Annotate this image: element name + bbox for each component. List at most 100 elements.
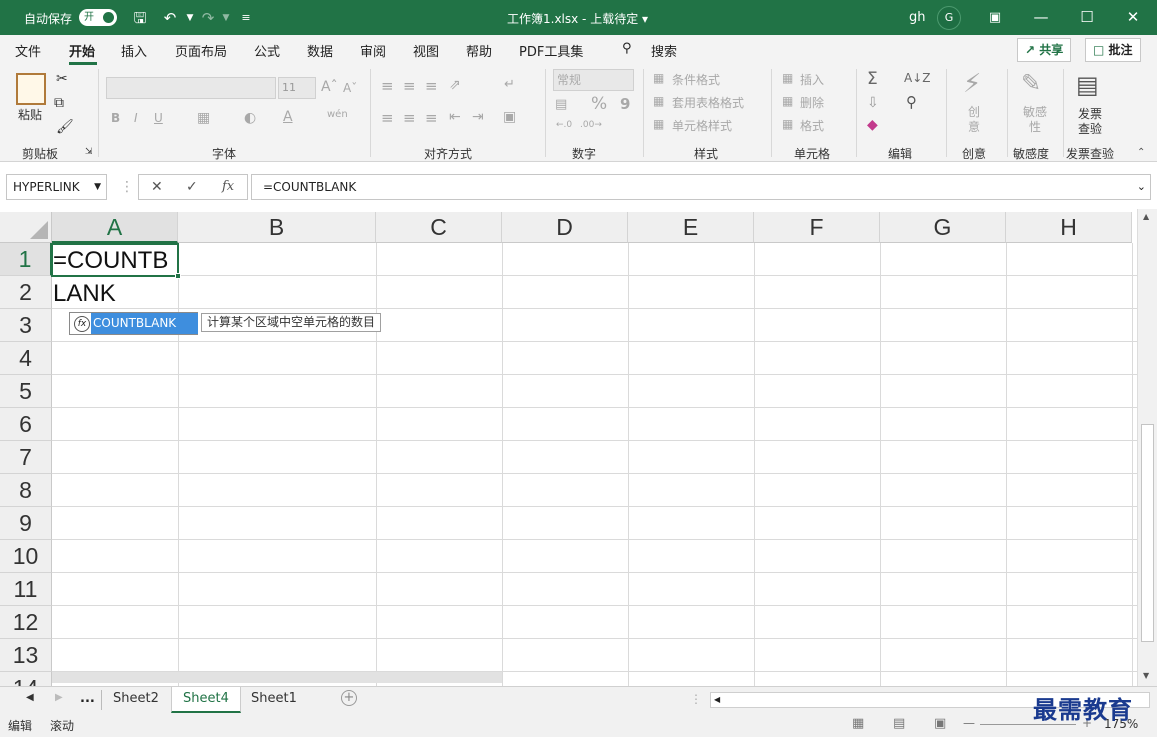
row-header[interactable]: 5 xyxy=(0,375,52,408)
expand-formula-icon[interactable]: ⌄ xyxy=(1137,175,1146,199)
grow-font-icon[interactable]: Aˆ xyxy=(321,79,338,95)
column-header[interactable]: G xyxy=(880,212,1006,243)
creative-button-label[interactable]: 创 意 xyxy=(968,105,982,135)
copy-icon[interactable]: ⧉ xyxy=(54,95,64,111)
tab-view[interactable]: 视图 xyxy=(413,41,439,60)
column-header[interactable]: B xyxy=(178,212,376,243)
table-format-button[interactable]: 套用表格格式 xyxy=(672,94,744,111)
fill-handle[interactable] xyxy=(175,273,181,279)
orientation-icon[interactable]: ⇗ xyxy=(449,77,461,93)
format-cells-button[interactable]: 格式 xyxy=(800,117,824,134)
close-button[interactable]: ✕ xyxy=(1110,0,1156,35)
more-sheets-button[interactable]: ... xyxy=(80,691,95,706)
comments-button[interactable]: □ 批注 xyxy=(1085,38,1141,62)
italic-button[interactable]: I xyxy=(134,111,138,125)
row-header[interactable]: 9 xyxy=(0,507,52,540)
increase-indent-icon[interactable]: ⇥ xyxy=(472,109,484,125)
normal-view-icon[interactable]: ▦ xyxy=(852,716,864,731)
align-center-icon[interactable]: ≡ xyxy=(403,109,416,127)
avatar[interactable]: G xyxy=(937,6,961,30)
decrease-decimal-icon[interactable]: .00→ xyxy=(580,120,602,130)
tab-file[interactable]: 文件 xyxy=(15,41,41,60)
column-header[interactable]: H xyxy=(1006,212,1132,243)
cell-styles-button[interactable]: 单元格样式 xyxy=(672,117,732,134)
tab-page-layout[interactable]: 页面布局 xyxy=(175,41,227,60)
redo-dropdown-icon[interactable]: ▼ xyxy=(216,8,236,28)
row-header[interactable]: 13 xyxy=(0,639,52,672)
invoice-label-2[interactable]: 查验 xyxy=(1078,120,1102,137)
page-break-view-icon[interactable]: ▣ xyxy=(934,716,946,731)
dialog-launcher-icon[interactable]: ⇲ xyxy=(85,147,93,157)
fill-icon[interactable]: ⇩ xyxy=(867,95,879,111)
fill-color-icon[interactable]: ◐ xyxy=(244,110,256,126)
tab-formulas[interactable]: 公式 xyxy=(254,41,280,60)
align-bottom-icon[interactable]: ≡ xyxy=(425,77,438,95)
scroll-thumb[interactable] xyxy=(1141,424,1154,642)
worksheet-grid[interactable]: A B C D E F G H 1 2 3 4 5 6 7 8 9 10 11 … xyxy=(0,209,1157,686)
customize-toolbar-icon[interactable]: ≡ xyxy=(236,8,256,28)
sheet-tab-sheet2[interactable]: Sheet2 xyxy=(102,687,170,713)
row-header[interactable]: 11 xyxy=(0,573,52,606)
creative-icon[interactable]: ⚡ xyxy=(963,69,981,99)
window-title[interactable]: 工作簿1.xlsx - 上载待定 ▾ xyxy=(507,10,648,27)
tab-pdf-tools[interactable]: PDF工具集 xyxy=(519,41,583,60)
share-button[interactable]: ↗ 共享 xyxy=(1017,38,1072,62)
wrap-text-icon[interactable]: ↵ xyxy=(504,77,515,92)
tab-insert[interactable]: 插入 xyxy=(121,41,147,60)
font-color-icon[interactable]: A xyxy=(283,109,293,125)
autosave-toggle[interactable]: 开 xyxy=(79,9,117,26)
select-all-button[interactable] xyxy=(0,212,52,243)
format-painter-icon[interactable]: 🖌 xyxy=(56,119,74,135)
search-label[interactable]: 搜索 xyxy=(651,41,677,60)
font-name-dropdown[interactable] xyxy=(106,77,276,99)
scroll-left-icon[interactable]: ◀ xyxy=(26,692,34,703)
borders-icon[interactable]: ▦ xyxy=(197,110,210,126)
zoom-out-icon[interactable]: — xyxy=(963,716,975,730)
clear-icon[interactable]: ◆ xyxy=(867,117,878,133)
redo-icon[interactable]: ↷ xyxy=(198,8,218,28)
number-format-dropdown[interactable]: 常规 xyxy=(553,69,634,91)
sheet-tab-sheet4[interactable]: Sheet4 xyxy=(171,687,241,713)
row-header[interactable]: 7 xyxy=(0,441,52,474)
tab-help[interactable]: 帮助 xyxy=(466,41,492,60)
sort-filter-icon[interactable]: A↓Z xyxy=(904,71,930,85)
tab-home[interactable]: 开始 xyxy=(69,41,95,60)
align-right-icon[interactable]: ≡ xyxy=(425,109,438,127)
row-header[interactable]: 8 xyxy=(0,474,52,507)
vertical-scrollbar[interactable]: ▲ ▼ xyxy=(1137,209,1157,686)
column-header[interactable]: F xyxy=(754,212,880,243)
enter-icon[interactable]: ✓ xyxy=(186,179,198,195)
underline-button[interactable]: U xyxy=(154,111,163,125)
invoice-icon[interactable]: ▤ xyxy=(1076,71,1099,99)
merge-center-icon[interactable]: ▣ xyxy=(503,109,516,125)
table-format-icon[interactable]: ▦ xyxy=(653,94,664,108)
name-box[interactable]: HYPERLINK ▼ xyxy=(6,174,107,200)
align-middle-icon[interactable]: ≡ xyxy=(403,77,416,95)
row-header[interactable]: 6 xyxy=(0,408,52,441)
row-header[interactable]: 3 xyxy=(0,309,52,342)
row-header[interactable]: 1 xyxy=(0,243,52,276)
formula-input[interactable]: =COUNTBLANK ⌄ xyxy=(251,174,1151,200)
sheet-tab-sheet1[interactable]: Sheet1 xyxy=(240,687,308,713)
search-icon[interactable]: ⚲ xyxy=(622,41,632,56)
insert-cells-icon[interactable]: ▦ xyxy=(782,71,793,85)
minimize-button[interactable]: — xyxy=(1018,0,1064,35)
ribbon-display-icon[interactable]: ▣ xyxy=(972,0,1018,35)
align-top-icon[interactable]: ≡ xyxy=(381,77,394,95)
tab-data[interactable]: 数据 xyxy=(307,41,333,60)
autocomplete-item[interactable]: COUNTBLANK xyxy=(91,313,198,334)
decrease-indent-icon[interactable]: ⇤ xyxy=(449,109,461,125)
column-header[interactable]: E xyxy=(628,212,754,243)
format-cells-icon[interactable]: ▦ xyxy=(782,117,793,131)
row-header[interactable]: 4 xyxy=(0,342,52,375)
cell-editing-text[interactable]: =COUNTB xyxy=(53,247,168,275)
function-autocomplete[interactable]: fx COUNTBLANK xyxy=(69,312,198,335)
conditional-format-icon[interactable]: ▦ xyxy=(653,71,664,85)
page-layout-view-icon[interactable]: ▤ xyxy=(893,716,905,731)
sensitivity-button-label[interactable]: 敏感 性 xyxy=(1021,105,1049,135)
paste-icon[interactable] xyxy=(16,73,46,105)
autosum-icon[interactable]: Σ xyxy=(867,69,878,89)
font-size-dropdown[interactable]: 11 xyxy=(278,77,316,99)
scroll-right-icon[interactable]: ▶ xyxy=(55,692,63,703)
bold-button[interactable]: B xyxy=(111,111,120,125)
